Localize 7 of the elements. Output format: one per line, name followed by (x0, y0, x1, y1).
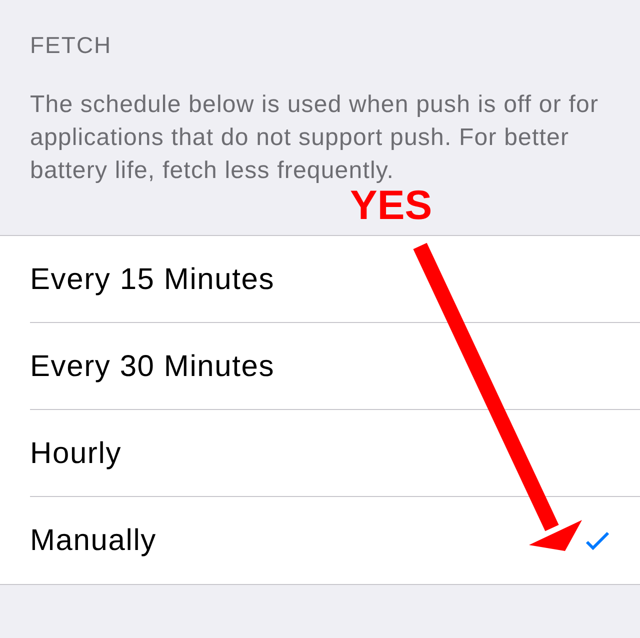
option-label[interactable]: Every 15 Minutes (30, 256, 275, 302)
option-label[interactable]: Every 30 Minutes (30, 344, 275, 388)
section-header: FETCH (30, 31, 113, 59)
annotation-label: YES (350, 183, 432, 227)
section-description: The schedule below is used when push is off or for applications that do not support push. For better battery life, fetch less frequently. (30, 90, 600, 186)
option-label[interactable]: Manually (30, 518, 156, 563)
option-label[interactable]: Hourly (30, 430, 122, 476)
